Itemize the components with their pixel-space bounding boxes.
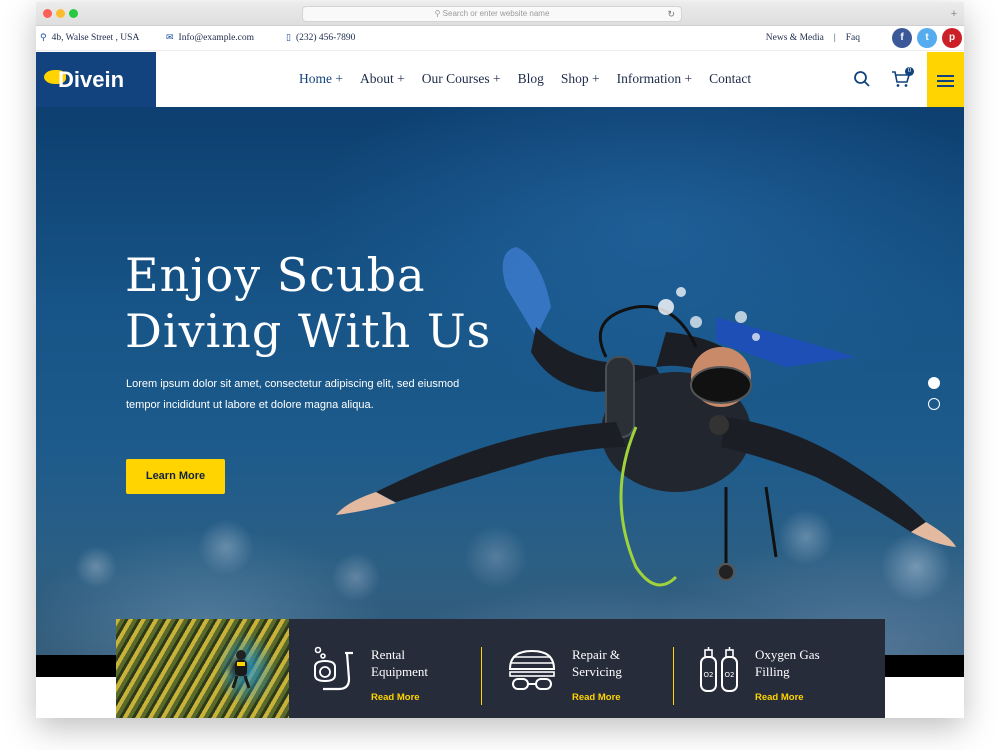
service-title: Rental Equipment — [371, 646, 428, 680]
hamburger-line — [937, 75, 954, 77]
address-placeholder: Search or enter website name — [442, 9, 550, 18]
main-menu: Home + About + Our Courses + Blog Shop +… — [299, 71, 751, 87]
search-icon[interactable] — [853, 70, 871, 88]
slider-dot-2[interactable] — [928, 398, 940, 410]
nav-item-home[interactable]: Home + — [299, 71, 343, 87]
reload-icon[interactable]: ↻ — [667, 7, 675, 21]
maximize-window-button[interactable] — [69, 9, 78, 18]
top-info-bar: ⚲ 4b, Walse Street , USA ✉ Info@example.… — [36, 26, 964, 51]
top-links: News & Media | Faq — [766, 33, 860, 43]
service-divider — [481, 647, 482, 705]
service-divider — [673, 647, 674, 705]
hero-title-line: Diving With Us — [125, 304, 492, 358]
svg-text:O2: O2 — [725, 671, 735, 679]
location-pin-icon: ⚲ — [40, 33, 47, 43]
twitter-icon[interactable]: t — [917, 28, 937, 48]
cart-count-badge: 0 — [905, 67, 914, 76]
service-title-line: Equipment — [371, 664, 429, 679]
read-more-link[interactable]: Read More — [755, 692, 804, 703]
service-title-line: Filling — [755, 664, 790, 679]
hamburger-menu-button[interactable] — [927, 52, 964, 107]
nav-item-contact[interactable]: Contact — [709, 71, 751, 87]
diver-figure-icon — [231, 650, 251, 689]
service-title-line: Repair & — [572, 647, 621, 662]
news-media-link[interactable]: News & Media — [766, 33, 824, 43]
hero-title: Enjoy Scuba Diving With Us — [125, 247, 491, 359]
phone-info[interactable]: ▯ (232) 456-7890 — [286, 33, 355, 43]
phone-text[interactable]: (232) 456-7890 — [296, 33, 355, 43]
minimize-window-button[interactable] — [56, 9, 65, 18]
phone-icon: ▯ — [286, 33, 291, 43]
hamburger-line — [937, 80, 954, 82]
plus-icon[interactable]: + — [948, 8, 960, 20]
envelope-icon: ✉ — [166, 33, 174, 43]
facebook-icon[interactable]: f — [892, 28, 912, 48]
hero-subtitle-line: Lorem ipsum dolor sit amet, consectetur … — [126, 378, 460, 390]
hamburger-line — [937, 85, 954, 87]
services-strip: Rental Equipment Read More Repair & Serv… — [116, 619, 885, 718]
close-window-button[interactable] — [43, 9, 52, 18]
oxygen-tank-icon: O2 O2 — [700, 647, 738, 692]
learn-more-button[interactable]: Learn More — [126, 459, 225, 494]
address-info: ⚲ 4b, Walse Street , USA — [40, 33, 139, 43]
service-title-line: Oxygen Gas — [755, 647, 820, 662]
service-rental[interactable]: Rental Equipment Read More — [289, 619, 489, 718]
service-title-line: Servicing — [572, 664, 622, 679]
service-title: Oxygen Gas Filling — [755, 646, 820, 680]
faq-link[interactable]: Faq — [846, 33, 860, 43]
svg-text:O2: O2 — [704, 671, 714, 679]
service-title-line: Rental — [371, 647, 405, 662]
nav-item-information[interactable]: Information + — [617, 71, 692, 87]
link-separator: | — [833, 33, 836, 43]
service-repair[interactable]: Repair & Servicing Read More — [489, 619, 679, 718]
nav-item-about[interactable]: About + — [360, 71, 405, 87]
main-navbar: Divein Home + About + Our Courses + Blog… — [36, 52, 964, 107]
address-bar[interactable]: ⚲ Search or enter website name ↻ — [302, 6, 682, 22]
logo[interactable]: Divein — [36, 52, 156, 107]
logo-text: Divein — [58, 67, 125, 92]
service-oxygen[interactable]: O2 O2 Oxygen Gas Filling Read More — [681, 619, 885, 718]
nav-item-shop[interactable]: Shop + — [561, 71, 600, 87]
read-more-link[interactable]: Read More — [371, 692, 420, 703]
diver-photo-thumbnail — [116, 619, 289, 718]
snorkel-icon — [314, 646, 353, 691]
email-info[interactable]: ✉ Info@example.com — [166, 33, 254, 43]
slider-dot-1[interactable] — [928, 377, 940, 389]
nav-item-blog[interactable]: Blog — [518, 71, 544, 87]
service-title: Repair & Servicing — [572, 646, 622, 680]
diving-mask-icon — [508, 649, 556, 690]
nav-item-courses[interactable]: Our Courses + — [422, 71, 501, 87]
pinterest-icon[interactable]: p — [942, 28, 962, 48]
hero-subtitle: Lorem ipsum dolor sit amet, consectetur … — [126, 374, 506, 416]
services-panel: Rental Equipment Read More Repair & Serv… — [289, 619, 885, 718]
hero-subtitle-line: tempor incididunt ut labore et dolore ma… — [126, 399, 374, 411]
browser-toolbar: ⚲ Search or enter website name ↻ + — [36, 2, 964, 26]
address-text: 4b, Walse Street , USA — [51, 33, 140, 43]
email-text[interactable]: Info@example.com — [179, 33, 255, 43]
search-icon: ⚲ — [434, 9, 441, 18]
hero-slider: Enjoy Scuba Diving With Us Lorem ipsum d… — [36, 107, 964, 677]
read-more-link[interactable]: Read More — [572, 692, 621, 703]
hero-title-line: Enjoy Scuba — [125, 248, 426, 302]
browser-window: ⚲ Search or enter website name ↻ + ⚲ 4b,… — [36, 2, 964, 718]
